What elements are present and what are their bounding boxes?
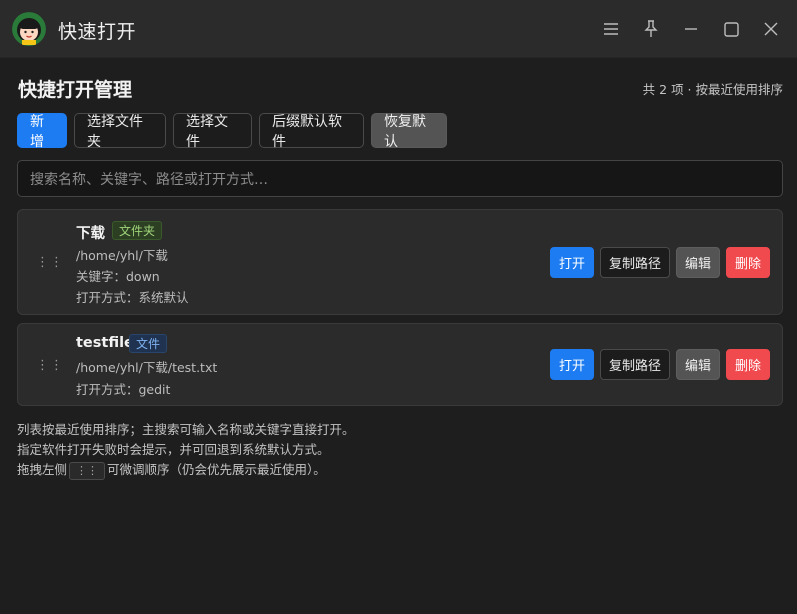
pin-icon[interactable]	[640, 18, 662, 40]
page-title: 快捷打开管理	[18, 79, 133, 101]
minimize-icon[interactable]	[680, 18, 702, 40]
drag-handle-hint-icon: ⋮⋮	[69, 461, 106, 480]
select-file-button[interactable]: 选择文件	[173, 113, 252, 150]
help-line-3: 拖拽左侧 ⋮⋮ 可微调顺序（仍会优先展示最近使用）。	[17, 460, 355, 480]
type-badge: 文件	[129, 334, 168, 353]
copy-path-button[interactable]: 复制路径	[600, 247, 670, 278]
item-name: 下载	[76, 226, 105, 242]
list-item[interactable]: ⋮⋮ 下载 文件夹 /home/yhl/下载 关键字：down 打开方式：系统默…	[17, 209, 783, 315]
select-folder-button[interactable]: 选择文件夹	[74, 113, 166, 150]
item-path: /home/yhl/下载/test.txt	[76, 360, 218, 375]
maximize-icon[interactable]	[720, 18, 742, 40]
item-open-with: 打开方式：gedit	[76, 382, 171, 397]
help-line-2: 指定软件打开失败时会提示，并可回退到系统默认方式。	[17, 442, 330, 457]
item-open-with: 打开方式：系统默认	[76, 290, 189, 305]
item-path: /home/yhl/下载	[76, 248, 168, 263]
help-line-3-suffix: 可微调顺序（仍会优先展示最近使用）。	[107, 462, 326, 477]
delete-button[interactable]: 删除	[726, 247, 770, 278]
help-text: 列表按最近使用排序；主搜索可输入名称或关键字直接打开。 指定软件打开失败时会提示…	[17, 420, 355, 480]
drag-handle-icon[interactable]: ⋮⋮	[36, 255, 63, 270]
suffix-default-app-button[interactable]: 后缀默认软件	[259, 113, 364, 150]
close-icon[interactable]	[760, 18, 782, 40]
item-count-text: 共 2 项 · 按最近使用排序	[642, 82, 783, 97]
copy-path-button[interactable]: 复制路径	[600, 349, 670, 380]
drag-handle-icon[interactable]: ⋮⋮	[36, 358, 63, 373]
window-title: 快速打开	[58, 21, 137, 43]
open-button[interactable]: 打开	[550, 349, 594, 380]
edit-button[interactable]: 编辑	[676, 349, 720, 380]
help-line-3-prefix: 拖拽左侧	[17, 462, 68, 477]
edit-button[interactable]: 编辑	[676, 247, 720, 278]
delete-button[interactable]: 删除	[726, 349, 770, 380]
app-logo-icon	[12, 12, 46, 46]
add-button[interactable]: 新增	[17, 113, 67, 150]
type-badge: 文件夹	[112, 221, 163, 240]
item-keyword: 关键字：down	[76, 269, 160, 284]
menu-icon[interactable]	[600, 18, 622, 40]
item-name: testfile	[76, 335, 134, 351]
restore-default-button[interactable]: 恢复默认	[371, 113, 447, 150]
help-line-1: 列表按最近使用排序；主搜索可输入名称或关键字直接打开。	[17, 422, 355, 437]
open-button[interactable]: 打开	[550, 247, 594, 278]
search-input[interactable]: 搜索名称、关键字、路径或打开方式…	[17, 160, 783, 197]
toolbar: 新增 选择文件夹 选择文件 后缀默认软件 恢复默认	[17, 113, 447, 150]
title-bar: 快速打开	[0, 0, 797, 58]
list-item[interactable]: ⋮⋮ testfile 文件 /home/yhl/下载/test.txt 打开方…	[17, 323, 783, 406]
